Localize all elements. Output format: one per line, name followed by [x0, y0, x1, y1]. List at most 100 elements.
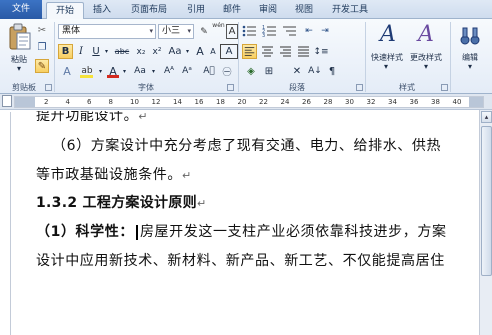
styles-launcher-icon[interactable] [441, 84, 448, 91]
highlight-color-button[interactable]: ab [78, 64, 96, 78]
doc-heading-text: 1.3.2 工程方案设计原则 [36, 195, 197, 211]
ruler-number: 2 [44, 98, 49, 106]
strikethrough-button[interactable]: abc [112, 44, 132, 59]
font-group-label: 字体 [138, 83, 154, 92]
tab-home[interactable]: 开始 [46, 2, 84, 20]
font-launcher-icon[interactable] [227, 84, 234, 91]
font-size-combo[interactable]: 小三 ▾ [158, 24, 194, 39]
underline-dropdown-icon[interactable]: ▾ [103, 44, 110, 59]
bullets-icon[interactable] [242, 24, 258, 38]
quick-styles-dropdown-icon[interactable]: ▾ [381, 62, 391, 71]
char-shading-button[interactable]: Aa [131, 64, 149, 78]
numbering-icon[interactable]: 123 [262, 24, 278, 38]
clear-format-icon[interactable]: ✎ [198, 24, 210, 39]
align-left-icon[interactable] [242, 44, 257, 59]
phonetic-guide-label: wén [212, 22, 225, 29]
editing-dropdown-icon[interactable]: ▾ [465, 62, 475, 71]
font-name-dropdown-icon[interactable]: ▾ [149, 25, 153, 38]
clipboard-group-label: 剪贴板 [12, 83, 36, 92]
group-separator [238, 22, 239, 92]
highlight-color-bar [80, 75, 93, 78]
decrease-indent-icon[interactable]: ⇤ [302, 24, 316, 38]
superscript-button[interactable]: x² [150, 44, 164, 59]
grow-font-button[interactable]: A [193, 44, 207, 59]
character-spacing-icon[interactable]: A⃞ [200, 64, 218, 78]
borders-icon[interactable]: ⊞ [262, 64, 276, 78]
tab-mailings[interactable]: 邮件 [216, 2, 248, 19]
grow-text-icon[interactable]: Aᴬ [162, 64, 176, 78]
ruler-number: 38 [431, 98, 440, 106]
tab-review[interactable]: 审阅 [252, 2, 284, 19]
tab-page-layout[interactable]: 页面布局 [122, 2, 176, 19]
phonetic-guide-button[interactable]: wén [211, 22, 226, 39]
bold-button[interactable]: B [58, 44, 73, 59]
multilevel-list-icon[interactable] [282, 24, 298, 38]
ruler-left-margin [15, 97, 35, 107]
shading-icon[interactable]: ◈ [244, 64, 258, 78]
underline-button[interactable]: U [89, 44, 103, 59]
font-size-dropdown-icon[interactable]: ▾ [187, 25, 191, 38]
text-effects-icon[interactable]: A [60, 64, 74, 78]
quick-styles-icon[interactable]: A [380, 22, 396, 47]
align-center-icon[interactable] [260, 44, 275, 59]
doc-line-1: 提升功能设计。↵ [36, 111, 148, 125]
group-separator [450, 22, 451, 92]
shrink-text-icon[interactable]: Aᵃ [180, 64, 194, 78]
char-border-icon[interactable]: A [226, 24, 238, 39]
highlight-dropdown-icon[interactable]: ▾ [97, 64, 104, 78]
asian-layout-icon[interactable]: ✕ [290, 64, 304, 78]
scroll-thumb[interactable] [481, 126, 492, 276]
change-case-dropdown-icon[interactable]: ▾ [184, 44, 191, 59]
paste-dropdown-icon[interactable]: ▾ [14, 64, 24, 73]
doc-line-6: 设计中应用新技术、新材料、新产品、新工艺、不仅能提高居住 [36, 250, 445, 270]
clipboard-launcher-icon[interactable] [45, 84, 52, 91]
paste-icon[interactable] [8, 23, 32, 51]
subscript-button[interactable]: x₂ [134, 44, 148, 59]
change-styles-dropdown-icon[interactable]: ▾ [421, 62, 431, 71]
ruler-number: 24 [280, 98, 290, 106]
shrink-font-button[interactable]: A [207, 44, 219, 59]
tab-references[interactable]: 引用 [180, 2, 212, 19]
char-shading-dropdown-icon[interactable]: ▾ [150, 64, 157, 78]
change-case-button[interactable]: Aa [168, 44, 182, 59]
ribbon-tab-bar: 文件 开始 插入 页面布局 引用 邮件 审阅 视图 开发工具 [0, 0, 492, 20]
doc-line-6-text: 设计中应用新技术、新材料、新产品、新工艺、不仅能提高居住 [36, 253, 445, 269]
paragraph-mark: ↵ [138, 111, 149, 123]
tab-insert[interactable]: 插入 [86, 2, 118, 19]
ruler-number: 40 [452, 98, 462, 106]
font-name-value: 黑体 [62, 26, 81, 36]
format-painter-icon[interactable]: ✎ [35, 59, 49, 73]
doc-line-3-text: 等市政基础设施条件。 [36, 167, 182, 183]
sort-icon[interactable]: A↓ [308, 64, 322, 78]
ruler-number: 12 [151, 98, 161, 106]
svg-text:3: 3 [262, 33, 265, 38]
tab-selector[interactable] [2, 95, 12, 107]
show-marks-icon[interactable]: ¶ [326, 64, 338, 78]
font-name-combo[interactable]: 黑体 ▾ [58, 24, 156, 39]
vertical-scrollbar[interactable]: ▴ [479, 110, 492, 335]
tab-developer[interactable]: 开发工具 [324, 2, 376, 19]
font-color-dropdown-icon[interactable]: ▾ [121, 64, 128, 78]
ruler-number: 16 [194, 98, 204, 106]
find-binoculars-icon[interactable] [460, 25, 480, 47]
tab-view[interactable]: 视图 [288, 2, 320, 19]
increase-indent-icon[interactable]: ⇥ [318, 24, 332, 38]
group-separator [365, 22, 366, 92]
tab-file[interactable]: 文件 [0, 0, 42, 19]
enclose-char-button[interactable]: A [220, 44, 238, 59]
document-page[interactable]: 提升功能设计。↵ （6）方案设计中充分考虑了现有交通、电力、给排水、供热 等市政… [12, 111, 479, 335]
paragraph-launcher-icon[interactable] [356, 84, 363, 91]
change-styles-icon[interactable]: A [418, 22, 434, 47]
scroll-up-icon[interactable]: ▴ [481, 111, 492, 123]
align-right-icon[interactable] [278, 44, 293, 59]
enclosed-char-icon[interactable]: ㊀ [220, 64, 234, 78]
italic-button[interactable]: I [74, 44, 88, 59]
paragraph-group-label: 段落 [289, 83, 305, 92]
justify-icon[interactable] [296, 44, 311, 59]
ruler-number: 18 [216, 98, 225, 106]
horizontal-ruler[interactable]: 2 4 6 8 10 12 14 16 18 20 22 24 26 28 30 32 34 36 38 40 [14, 96, 484, 108]
cut-icon[interactable]: ✂ [35, 24, 49, 37]
font-color-button[interactable]: A [106, 64, 120, 78]
copy-icon[interactable]: ❐ [35, 41, 49, 54]
line-spacing-icon[interactable]: ↕≡ [313, 44, 328, 59]
